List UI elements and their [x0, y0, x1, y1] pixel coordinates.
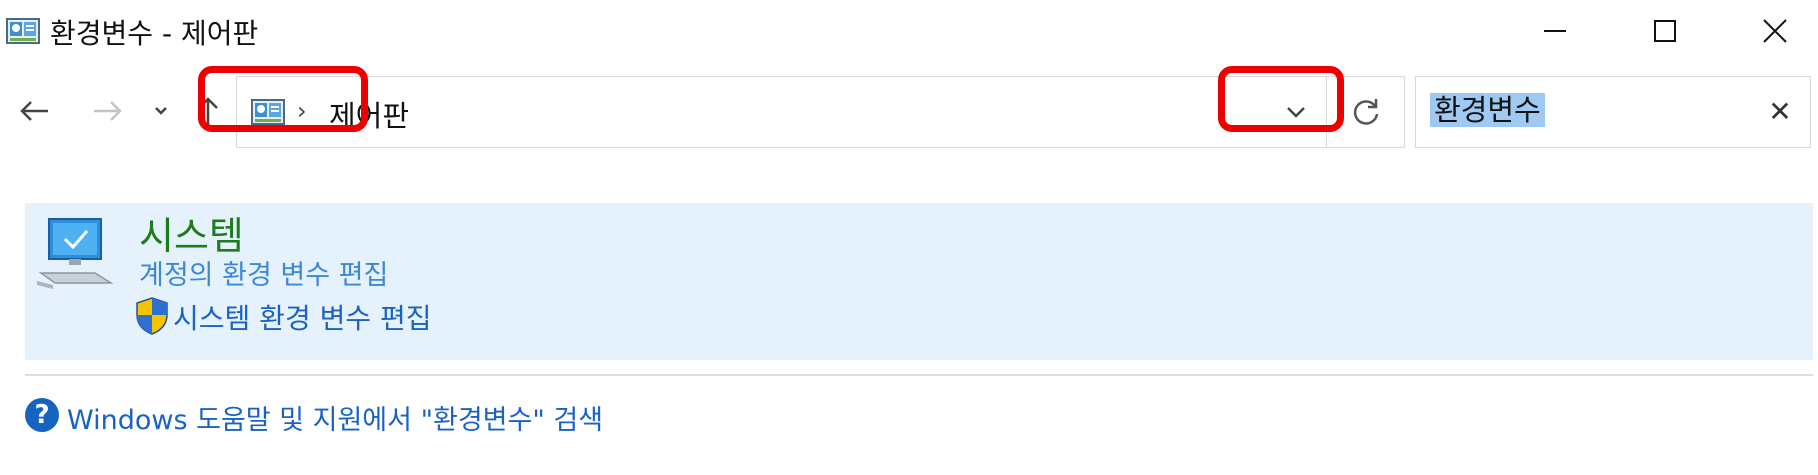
search-result-system: 시스템 계정의 환경 변수 편집 시스템 환경 변수 편집: [25, 203, 1813, 360]
close-icon: [1763, 19, 1787, 43]
recent-locations-button[interactable]: [146, 86, 176, 136]
address-dropdown-button[interactable]: [1267, 77, 1325, 147]
address-bar[interactable]: › 제어판: [236, 76, 1327, 148]
forward-button[interactable]: [84, 86, 132, 136]
edit-user-env-vars-link[interactable]: 계정의 환경 변수 편집: [139, 253, 388, 292]
refresh-icon: [1353, 99, 1378, 125]
clear-search-button[interactable]: ✕: [1758, 89, 1802, 133]
chevron-down-icon: [1287, 107, 1305, 118]
title-bar: 환경변수 - 제어판: [0, 0, 1818, 62]
arrow-left-icon: [20, 101, 48, 121]
arrow-right-icon: [94, 101, 122, 121]
minimize-button[interactable]: [1500, 0, 1610, 62]
search-input[interactable]: 환경변수: [1430, 93, 1545, 127]
search-box[interactable]: 환경변수 ✕: [1415, 76, 1811, 148]
minimize-icon: [1544, 30, 1566, 32]
maximize-button[interactable]: [1610, 0, 1720, 62]
windows-help-search-link[interactable]: Windows 도움말 및 지원에서 "환경변수" 검색: [67, 398, 603, 437]
chevron-down-icon: [155, 107, 167, 115]
breadcrumb-separator[interactable]: ›: [297, 97, 307, 125]
up-button[interactable]: [186, 86, 230, 136]
control-panel-icon: [6, 18, 40, 44]
divider: [25, 374, 1813, 376]
close-button[interactable]: [1720, 0, 1818, 62]
edit-system-env-vars-link[interactable]: 시스템 환경 변수 편집: [173, 297, 432, 337]
computer-icon: [37, 218, 114, 289]
back-button[interactable]: [10, 86, 58, 136]
uac-shield-icon: [136, 297, 168, 335]
control-panel-icon: [251, 99, 285, 125]
help-icon: ?: [25, 398, 59, 432]
breadcrumb-item-control-panel[interactable]: 제어판: [329, 93, 409, 135]
window-title: 환경변수 - 제어판: [50, 17, 259, 50]
arrow-up-icon: [198, 97, 218, 125]
maximize-icon: [1654, 20, 1676, 42]
result-title[interactable]: 시스템: [139, 205, 244, 260]
refresh-button[interactable]: [1327, 76, 1405, 148]
navigation-bar: › 제어판 환경변수 ✕: [0, 76, 1818, 148]
